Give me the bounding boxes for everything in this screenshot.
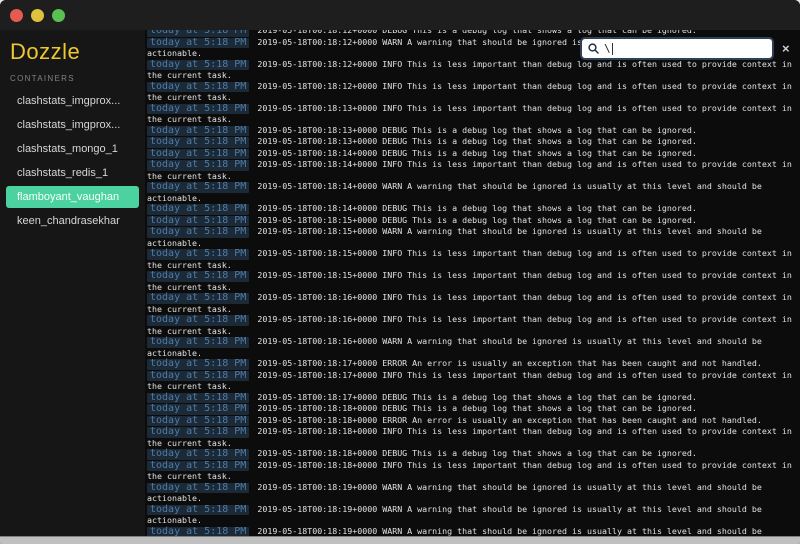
log-entry: today at 5:18 PM2019-05-18T00:18:16+0000… <box>147 336 794 358</box>
container-item-clashstats_redis_1[interactable]: clashstats_redis_1 <box>6 162 139 184</box>
log-message: 2019-05-18T00:18:13+0000 DEBUG This is a… <box>257 125 697 135</box>
log-entry: today at 5:18 PM2019-05-18T00:18:18+0000… <box>147 460 794 482</box>
containers-section-label: CONTAINERS <box>0 65 145 83</box>
log-time-badge: today at 5:18 PM <box>147 393 249 404</box>
log-entry: today at 5:18 PM2019-05-18T00:18:18+0000… <box>147 426 794 448</box>
container-item-flamboyant_vaughan[interactable]: flamboyant_vaughan <box>6 186 139 208</box>
log-time-badge: today at 5:18 PM <box>147 315 249 326</box>
log-time-badge: today at 5:18 PM <box>147 126 249 137</box>
log-entry: today at 5:18 PM 2019-05-18T00:18:14+0000… <box>147 148 794 160</box>
log-entry: today at 5:18 PM 2019-05-18T00:18:17+0000… <box>147 358 794 370</box>
log-time-badge: today at 5:18 PM <box>147 249 249 260</box>
log-entry: today at 5:18 PM 2019-05-18T00:18:13+0000… <box>147 136 794 148</box>
log-time-badge: today at 5:18 PM <box>147 82 249 93</box>
log-entry: today at 5:18 PM2019-05-18T00:18:16+0000… <box>147 292 794 314</box>
window-bottom-edge <box>0 536 800 544</box>
log-entry: today at 5:18 PM2019-05-18T00:18:12+0000… <box>147 59 794 81</box>
log-entry: today at 5:18 PM2019-05-18T00:18:15+0000… <box>147 226 794 248</box>
log-message: 2019-05-18T00:18:18+0000 DEBUG This is a… <box>257 403 697 413</box>
dozzle-window: Dozzle CONTAINERS clashstats_imgprox...c… <box>0 0 800 544</box>
log-time-badge: today at 5:18 PM <box>147 404 249 415</box>
log-entry: today at 5:18 PM2019-05-18T00:18:19+0000… <box>147 482 794 504</box>
log-time-badge: today at 5:18 PM <box>147 160 249 171</box>
text-cursor <box>612 43 613 55</box>
log-entry: today at 5:18 PM2019-05-18T00:18:15+0000… <box>147 248 794 270</box>
log-message: 2019-05-18T00:18:17+0000 ERROR An error … <box>257 358 762 368</box>
search-input-value: \ <box>604 42 611 55</box>
log-time-badge: today at 5:18 PM <box>147 271 249 282</box>
log-time-badge: today at 5:18 PM <box>147 204 249 215</box>
log-entry: today at 5:18 PM2019-05-18T00:18:13+0000… <box>147 103 794 125</box>
log-entry: today at 5:18 PM 2019-05-18T00:18:17+0000… <box>147 392 794 404</box>
log-time-badge: today at 5:18 PM <box>147 216 249 227</box>
close-window-button[interactable] <box>10 9 23 22</box>
container-item-label: flamboyant_vaughan <box>17 191 119 203</box>
log-time-badge: today at 5:18 PM <box>147 416 249 427</box>
container-item-keen_chandrasekhar[interactable]: keen_chandrasekhar <box>6 210 139 232</box>
log-message: 2019-05-18T00:18:13+0000 DEBUG This is a… <box>257 136 697 146</box>
log-time-badge: today at 5:18 PM <box>147 371 249 382</box>
log-entry: today at 5:18 PM2019-05-18T00:18:14+0000… <box>147 159 794 181</box>
search-icon <box>588 43 599 54</box>
log-time-badge: today at 5:18 PM <box>147 60 249 71</box>
container-item-label: clashstats_imgprox... <box>17 119 120 131</box>
log-message: 2019-05-18T00:18:17+0000 DEBUG This is a… <box>257 392 697 402</box>
log-entry: today at 5:18 PM 2019-05-18T00:18:18+0000… <box>147 403 794 415</box>
log-entry: today at 5:18 PM2019-05-18T00:18:19+0000… <box>147 504 794 526</box>
log-entry: today at 5:18 PM 2019-05-18T00:18:14+0000… <box>147 203 794 215</box>
minimize-window-button[interactable] <box>31 9 44 22</box>
container-list: clashstats_imgprox... clashstats_imgprox.… <box>0 90 145 232</box>
log-time-badge: today at 5:18 PM <box>147 137 249 148</box>
log-entry: today at 5:18 PM 2019-05-18T00:18:18+0000… <box>147 448 794 460</box>
log-viewer[interactable]: today at 5:18 PM2019-05-18T00:18:12+0000… <box>145 0 800 537</box>
container-item-label: keen_chandrasekhar <box>17 215 120 227</box>
log-message: 2019-05-18T00:18:15+0000 DEBUG This is a… <box>257 215 697 225</box>
log-time-badge: today at 5:18 PM <box>147 505 249 516</box>
log-entry: today at 5:18 PM 2019-05-18T00:18:15+0000… <box>147 215 794 227</box>
log-time-badge: today at 5:18 PM <box>147 149 249 160</box>
log-entry: today at 5:18 PM2019-05-18T00:18:16+0000… <box>147 314 794 336</box>
log-time-badge: today at 5:18 PM <box>147 359 249 370</box>
log-time-badge: today at 5:18 PM <box>147 337 249 348</box>
log-time-badge: today at 5:18 PM <box>147 182 249 193</box>
search-input[interactable]: \ <box>580 37 774 60</box>
log-time-badge: today at 5:18 PM <box>147 293 249 304</box>
sidebar: Dozzle CONTAINERS clashstats_imgprox...c… <box>0 30 145 537</box>
close-search-button[interactable]: × <box>782 42 790 55</box>
log-entry: today at 5:18 PM 2019-05-18T00:18:13+0000… <box>147 125 794 137</box>
log-message: 2019-05-18T00:18:18+0000 ERROR An error … <box>257 415 762 425</box>
search-overlay: \ × <box>580 37 790 60</box>
log-time-badge: today at 5:18 PM <box>147 449 249 460</box>
log-time-badge: today at 5:18 PM <box>147 38 249 49</box>
container-item-clashstats_mongo_1[interactable]: clashstats_mongo_1 <box>6 138 139 160</box>
app-title: Dozzle <box>0 30 145 65</box>
maximize-window-button[interactable] <box>52 9 65 22</box>
container-item-label: clashstats_imgprox... <box>17 95 120 107</box>
log-time-badge: today at 5:18 PM <box>147 483 249 494</box>
log-entry: today at 5:18 PM 2019-05-18T00:18:18+0000… <box>147 415 794 427</box>
log-time-badge: today at 5:18 PM <box>147 104 249 115</box>
container-item-label: clashstats_redis_1 <box>17 167 108 179</box>
log-entry: today at 5:18 PM2019-05-18T00:18:15+0000… <box>147 270 794 292</box>
log-list: today at 5:18 PM2019-05-18T00:18:12+0000… <box>145 0 800 537</box>
container-item-clashstats_imgprox[interactable]: clashstats_imgprox... <box>6 114 139 136</box>
log-entry: today at 5:18 PM2019-05-18T00:18:12+0000… <box>147 81 794 103</box>
container-item-clashstats_imgprox[interactable]: clashstats_imgprox... <box>6 90 139 112</box>
log-time-badge: today at 5:18 PM <box>147 227 249 238</box>
log-message: 2019-05-18T00:18:18+0000 DEBUG This is a… <box>257 448 697 458</box>
log-time-badge: today at 5:18 PM <box>147 461 249 472</box>
container-item-label: clashstats_mongo_1 <box>17 143 118 155</box>
log-message: 2019-05-18T00:18:14+0000 DEBUG This is a… <box>257 203 697 213</box>
log-entry: today at 5:18 PM2019-05-18T00:18:17+0000… <box>147 370 794 392</box>
window-titlebar <box>0 0 800 30</box>
log-entry: today at 5:18 PM2019-05-18T00:18:14+0000… <box>147 181 794 203</box>
log-message: 2019-05-18T00:18:14+0000 DEBUG This is a… <box>257 148 697 158</box>
log-time-badge: today at 5:18 PM <box>147 427 249 438</box>
